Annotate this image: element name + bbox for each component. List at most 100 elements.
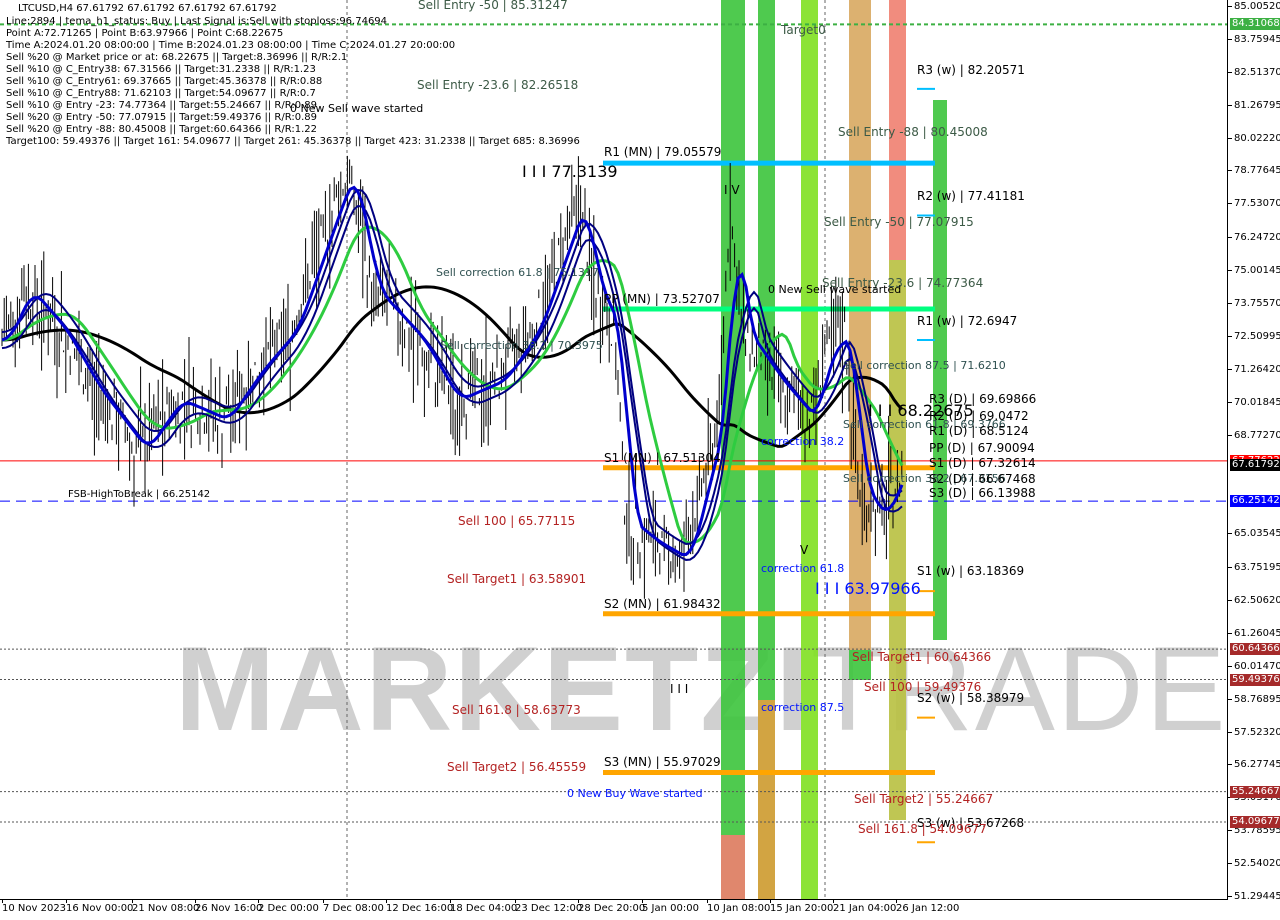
price-tick: 65.03545 <box>1228 528 1280 540</box>
chart-label: Sell Target1 | 60.64366 <box>852 650 992 664</box>
signal-zone-band <box>721 835 745 899</box>
price-tick: 51.29445 <box>1228 891 1280 902</box>
price-tick: 85.00520 <box>1228 1 1280 12</box>
info-line: Sell %10 @ Entry -23: 74.77364 || Target… <box>6 100 318 111</box>
price-tag: 67.61792 <box>1230 459 1280 472</box>
time-tick: 18 Dec 04:00 <box>450 900 518 914</box>
chart-label: S1 (MN) | 67.51304 <box>604 451 721 465</box>
price-tick: 72.50995 <box>1228 330 1280 342</box>
time-tick: 21 Jan 04:00 <box>833 900 897 914</box>
price-tick: 77.53070 <box>1228 198 1280 210</box>
chart-label: Sell Target1 | 63.58901 <box>447 572 587 586</box>
time-tick: 23 Dec 12:00 <box>515 900 583 914</box>
chart-label: I I I <box>670 682 689 696</box>
signal-zone-band <box>889 260 906 820</box>
price-tag: 59.49376 <box>1230 673 1280 686</box>
chart-label: Sell Entry -50 | 85.31247 <box>418 0 568 12</box>
price-tick: 63.75195 <box>1228 562 1280 574</box>
chart-label: Sell correction 87.5 | 71.6210 <box>843 359 1006 372</box>
time-tick: 26 Jan 12:00 <box>896 900 960 914</box>
price-tag: 60.64366 <box>1230 643 1280 656</box>
chart-label: correction 38.2 <box>761 435 845 448</box>
price-tick: 83.75945 <box>1228 33 1280 45</box>
time-tick: 21 Nov 08:00 <box>132 900 200 914</box>
price-tag: 66.25142 <box>1230 495 1280 508</box>
chart-label: R1 (w) | 72.6947 <box>917 314 1018 328</box>
price-tick: 62.50620 <box>1228 594 1280 606</box>
chart-label: S3 (MN) | 55.97029 <box>604 755 721 769</box>
chart-label: R3 (w) | 82.20571 <box>917 63 1025 77</box>
signal-zone-band <box>849 0 871 650</box>
time-tick: 10 Nov 2023 <box>2 900 67 914</box>
price-tick: 71.26420 <box>1228 363 1280 375</box>
time-tick: 2 Dec 00:00 <box>258 900 319 914</box>
time-axis[interactable]: 10 Nov 2023 16 Nov 00:00 21 Nov 08:00 26 No… <box>0 900 1228 920</box>
signal-zone-band <box>758 700 775 899</box>
chart-label: S2 (w) | 58.38979 <box>917 691 1025 705</box>
info-line: Line:2894 | tema_h1_status: Buy | Last S… <box>6 16 388 27</box>
info-line: Sell %10 @ C_Entry61: 69.37665 || Target… <box>6 76 323 87</box>
info-line: Sell %20 @ Entry -50: 77.07915 || Target… <box>6 112 318 123</box>
chart-label: I I I 63.97966 <box>815 579 921 598</box>
info-line: Sell %20 @ Market price or at: 68.22675 … <box>6 52 348 63</box>
price-tick: 60.01470 <box>1228 660 1280 672</box>
price-tick: 80.02220 <box>1228 132 1280 144</box>
chart-label: Sell Target2 | 56.45559 <box>447 760 587 774</box>
info-line: Time A:2024.01.20 08:00:00 | Time B:2024… <box>6 40 456 51</box>
chart-label: 0 New Sell wave started <box>768 283 902 296</box>
price-tick: 76.24720 <box>1228 232 1280 244</box>
price-tag: 55.24667 <box>1230 785 1280 798</box>
chart-label: Sell correction 61.8 | 75.1317 <box>436 266 599 279</box>
chart-label: 0 New Sell wave started <box>290 102 424 115</box>
chart-label: S1 (D) | 67.32614 <box>929 456 1036 470</box>
time-tick: 28 Dec 20:00 <box>578 900 646 914</box>
price-axis[interactable]: 85.00520 83.75945 82.51370 81.26795 80.02220… <box>1228 0 1280 920</box>
price-tick: 81.26795 <box>1228 99 1280 111</box>
chart-label: S3 (D) | 66.13988 <box>929 486 1036 500</box>
chart-label: Sell Target2 | 55.24667 <box>854 792 994 806</box>
chart-label: R2 (w) | 77.41181 <box>917 189 1025 203</box>
price-tick: 70.01845 <box>1228 396 1280 408</box>
info-line: Target100: 59.49376 || Target 161: 54.09… <box>6 136 580 147</box>
price-tick: 82.51370 <box>1228 66 1280 78</box>
price-tick: 52.54020 <box>1228 858 1280 870</box>
price-tick: 68.77270 <box>1228 429 1280 441</box>
chart-label: Sell 161.8 | 58.63773 <box>452 703 581 717</box>
signal-zone-band <box>801 0 818 899</box>
info-line: Sell %20 @ Entry -88: 80.45008 || Target… <box>6 124 318 135</box>
time-tick: 10 Jan 08:00 <box>707 900 771 914</box>
chart-label: PP (MN) | 73.52707 <box>604 292 720 306</box>
chart-label: I I I 77.3139 <box>522 162 618 181</box>
chart-window: MARKETZITRADE LTCUSD,H4 67.61792 67.6179… <box>0 0 1280 920</box>
time-tick: 26 Nov 16:00 <box>195 900 263 914</box>
chart-label: R1 (D) | 68.5124 <box>929 424 1029 438</box>
chart-label: correction 61.8 <box>761 562 845 575</box>
chart-label: S2 (D) | 66.67468 <box>929 472 1036 486</box>
info-line: Point A:72.71265 | Point B:63.97966 | Po… <box>6 28 284 39</box>
price-tick: 56.27745 <box>1228 759 1280 771</box>
time-tick: 7 Dec 08:00 <box>323 900 384 914</box>
chart-label: Sell Entry -23.6 | 82.26518 <box>417 78 579 92</box>
price-tag: 84.31068 <box>1230 18 1280 31</box>
chart-label: S1 (w) | 63.18369 <box>917 564 1025 578</box>
time-tick: 15 Jan 20:00 <box>770 900 834 914</box>
price-tick: 57.52320 <box>1228 726 1280 738</box>
chart-label: correction 87.5 <box>761 701 845 714</box>
price-tick: 58.76895 <box>1228 693 1280 705</box>
chart-label: Sell Entry -88 | 80.45008 <box>838 125 988 139</box>
chart-label: V <box>800 543 809 557</box>
price-tick: 61.26045 <box>1228 627 1280 639</box>
chart-label: Sell Entry -50 | 77.07915 <box>824 215 974 229</box>
chart-label: Sell 100 | 65.77115 <box>458 514 576 528</box>
time-tick: 12 Dec 16:00 <box>386 900 454 914</box>
chart-label: R1 (MN) | 79.05579 <box>604 145 722 159</box>
chart-label: Sell 161.8 | 54.09677 <box>858 822 987 836</box>
chart-plot-area[interactable]: MARKETZITRADE LTCUSD,H4 67.61792 67.6179… <box>0 0 1228 900</box>
price-tick: 78.77645 <box>1228 165 1280 177</box>
chart-label: S2 (MN) | 61.98432 <box>604 597 721 611</box>
info-line: Sell %10 @ C_Entry88: 71.62103 || Target… <box>6 88 316 99</box>
symbol-line: LTCUSD,H4 67.61792 67.61792 67.61792 67.… <box>18 3 277 14</box>
chart-label: FSB-HighToBreak | 66.25142 <box>68 489 211 500</box>
info-line: Sell %10 @ C_Entry38: 67.31566 || Target… <box>6 64 316 75</box>
price-tick: 73.75570 <box>1228 297 1280 309</box>
